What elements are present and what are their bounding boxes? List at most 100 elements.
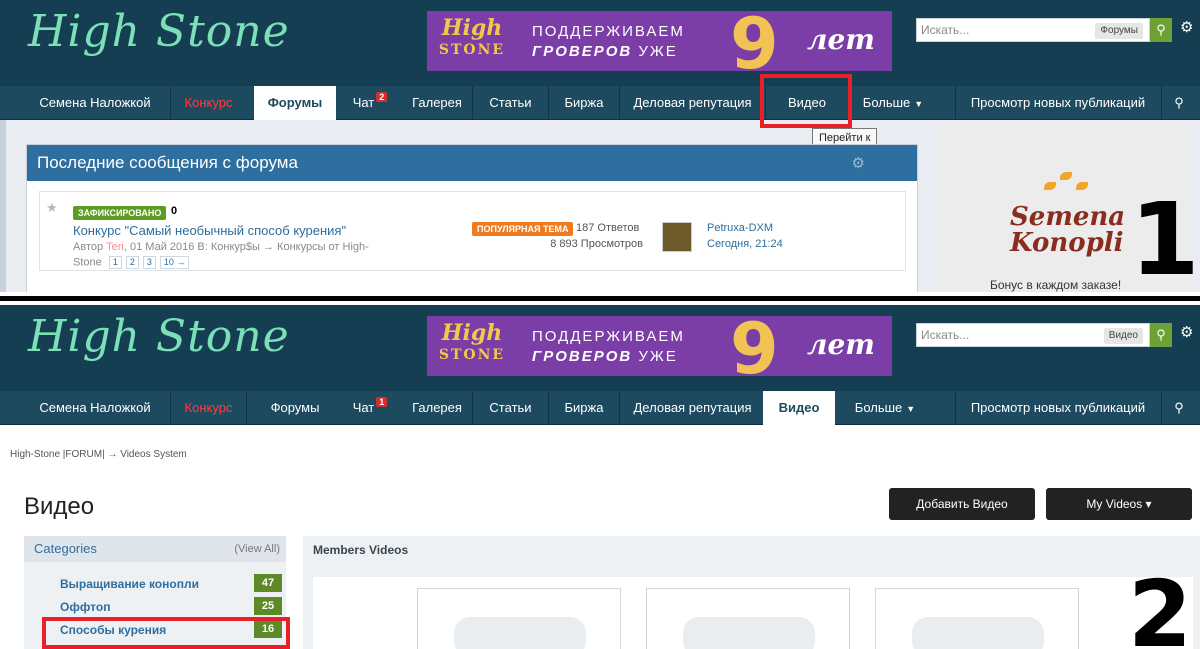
category-item[interactable]: Оффтоп 25 [60, 597, 284, 617]
search-placeholder: Искать... [921, 328, 970, 342]
popular-badge: ПОПУЛЯРНАЯ ТЕМА [472, 222, 574, 236]
nav-contest[interactable]: Конкурс [171, 391, 246, 425]
nav-exchange[interactable]: Биржа [549, 391, 619, 425]
search-input[interactable]: Искать... Видео [916, 323, 1150, 347]
nav-forums[interactable]: Форумы [254, 86, 336, 120]
nav-chat[interactable]: Чат 1 [340, 391, 400, 425]
avatar[interactable] [662, 222, 692, 252]
page-link[interactable]: 10 → [159, 256, 190, 269]
main-nav: Семена Наложкой Конкурс Форумы Чат 2 Гале… [0, 86, 1200, 120]
search-input[interactable]: Искать... Форумы [916, 18, 1150, 42]
video-thumbnail[interactable] [417, 588, 621, 649]
nav-contest[interactable]: Конкурс [171, 86, 246, 120]
chevron-down-icon: ▼ [914, 99, 924, 109]
nav-reputation[interactable]: Деловая репутация [620, 86, 765, 120]
video-thumbnail[interactable] [875, 588, 1079, 649]
breadcrumb[interactable]: High-Stone |FORUM| → Videos System [10, 449, 187, 460]
category-count: 25 [254, 597, 282, 615]
page-link[interactable]: 2 [125, 256, 139, 269]
members-videos-panel: Members Videos [303, 536, 1200, 649]
search-scope[interactable]: Форумы [1095, 23, 1143, 39]
last-poster[interactable]: Petruxa-DXM [707, 222, 773, 234]
nav-articles[interactable]: Статьи [473, 391, 548, 425]
screenshot-step-2: High Stone High STONE ПОДДЕРЖИВАЕМ ГРОВЕР… [0, 305, 1200, 649]
banner-line-1: ПОДДЕРЖИВАЕМ [532, 23, 685, 40]
topic-title[interactable]: Конкурс "Самый необычный способ курения" [73, 223, 346, 238]
search-placeholder: Искать... [921, 23, 970, 37]
search-scope[interactable]: Видео [1103, 328, 1143, 344]
block-title: Последние сообщения с форума [27, 145, 917, 181]
page-link[interactable]: 3 [142, 256, 156, 269]
site-logo[interactable]: High Stone [28, 6, 290, 57]
banner-line-1: ПОДДЕРЖИВАЕМ [532, 328, 685, 345]
site-logo[interactable]: High Stone [28, 311, 290, 362]
nav-gallery[interactable]: Галерея [402, 391, 472, 425]
ad-bonus: Бонус в каждом заказе! [990, 278, 1122, 292]
my-videos-button[interactable]: My Videos ▾ [1046, 488, 1192, 520]
panel-divider [0, 292, 1200, 305]
video-grid [313, 577, 1193, 649]
page-title: Видео [24, 493, 95, 520]
chevron-down-icon: ▼ [906, 404, 916, 414]
nav-more[interactable]: Больше ▼ [840, 391, 930, 425]
search-icon[interactable]: ⚲ [1150, 18, 1172, 42]
nav-gallery[interactable]: Галерея [402, 86, 472, 120]
nav-video[interactable]: Видео [763, 391, 835, 425]
banner-line-2: ГРОВЕРОВ УЖЕ [532, 348, 678, 365]
add-video-button[interactable]: Добавить Видео [889, 488, 1035, 520]
pinned-badge: ЗАФИКСИРОВАНО [73, 206, 167, 220]
star-icon[interactable]: ★ [46, 200, 58, 216]
step-number: 2 [1128, 561, 1193, 649]
banner-number: 9 [730, 11, 779, 71]
banner-years: лет [807, 23, 875, 56]
gear-icon[interactable]: ⚙ [1180, 18, 1193, 36]
banner-line-2: ГРОВЕРОВ УЖЕ [532, 43, 678, 60]
nav-exchange[interactable]: Биржа [549, 86, 619, 120]
banner-logo: High STONE [438, 320, 506, 363]
divider-bar [0, 296, 1200, 301]
map-pin-icon[interactable]: ⚲ [1162, 391, 1196, 425]
nav-reputation[interactable]: Деловая репутация [620, 391, 765, 425]
anniversary-banner[interactable]: High STONE ПОДДЕРЖИВАЕМ ГРОВЕРОВ УЖЕ 9 ле… [427, 11, 892, 71]
page-link[interactable]: 1 [108, 256, 122, 269]
step-number: 1 [1130, 181, 1200, 292]
topic-row[interactable]: ★ ЗАФИКСИРОВАНО 0 Конкурс "Самый необычн… [39, 191, 906, 271]
nav-seeds[interactable]: Семена Наложкой [20, 86, 170, 120]
nav-new-posts[interactable]: Просмотр новых публикаций [956, 86, 1160, 120]
map-pin-icon[interactable]: ⚲ [1162, 86, 1196, 120]
nav-seeds[interactable]: Семена Наложкой [20, 391, 170, 425]
screenshot-step-1: High Stone High STONE ПОДДЕРЖИВАЕМ ГРОВЕР… [0, 0, 1200, 292]
video-thumbnail[interactable] [646, 588, 850, 649]
nav-divider [246, 391, 247, 425]
last-post-date[interactable]: Сегодня, 21:24 [707, 238, 783, 250]
latest-posts-block: Последние сообщения с форума ⚙ ★ ЗАФИКСИ… [26, 144, 918, 292]
nav-new-posts[interactable]: Просмотр новых публикаций [956, 391, 1160, 425]
nav-more[interactable]: Больше ▼ [848, 86, 938, 120]
pagination: 1 2 3 10 → [105, 255, 190, 270]
leaf-icon [1060, 172, 1072, 180]
nav-more-label: Больше [862, 95, 911, 110]
play-icon [683, 617, 815, 649]
search-icon[interactable]: ⚲ [1150, 323, 1172, 347]
banner-number: 9 [730, 316, 779, 376]
anniversary-banner[interactable]: High STONE ПОДДЕРЖИВАЕМ ГРОВЕРОВ УЖЕ 9 ле… [427, 316, 892, 376]
category-item[interactable]: Выращивание конопли 47 [60, 574, 284, 594]
leaf-icon [1076, 182, 1088, 190]
categories-title: Categories [34, 541, 97, 556]
nav-chat-label: Чат [352, 95, 375, 110]
main-nav: Семена Наложкой Конкурс Форумы Чат 1 Гале… [0, 391, 1200, 425]
nav-chat[interactable]: Чат 2 [340, 86, 400, 120]
topic-author[interactable]: Teri [106, 241, 124, 253]
play-icon [912, 617, 1044, 649]
nav-forums[interactable]: Форумы [254, 391, 336, 425]
categories-header: Categories (View All) [24, 536, 286, 562]
gear-icon[interactable]: ⚙ [1180, 323, 1193, 341]
nav-articles[interactable]: Статьи [473, 86, 548, 120]
gear-icon[interactable]: ⚙ [852, 154, 865, 172]
category-count: 47 [254, 574, 282, 592]
view-all-link[interactable]: (View All) [234, 536, 280, 562]
site-header: High Stone High STONE ПОДДЕРЖИВАЕМ ГРОВЕР… [0, 0, 1200, 86]
play-icon [454, 617, 586, 649]
chat-badge: 1 [376, 397, 388, 407]
banner-years: лет [807, 328, 875, 361]
